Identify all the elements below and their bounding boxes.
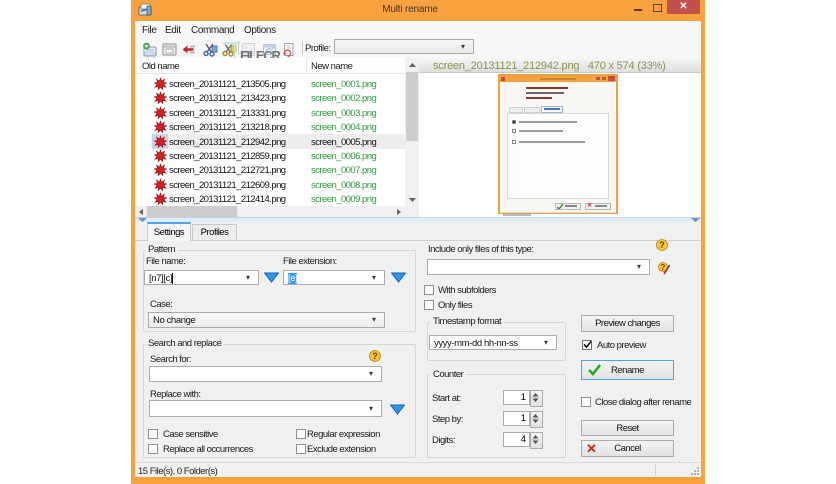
svg-text:?: ?: [659, 240, 665, 250]
svg-text:?: ?: [661, 263, 666, 272]
svg-text:?: ?: [372, 351, 378, 361]
